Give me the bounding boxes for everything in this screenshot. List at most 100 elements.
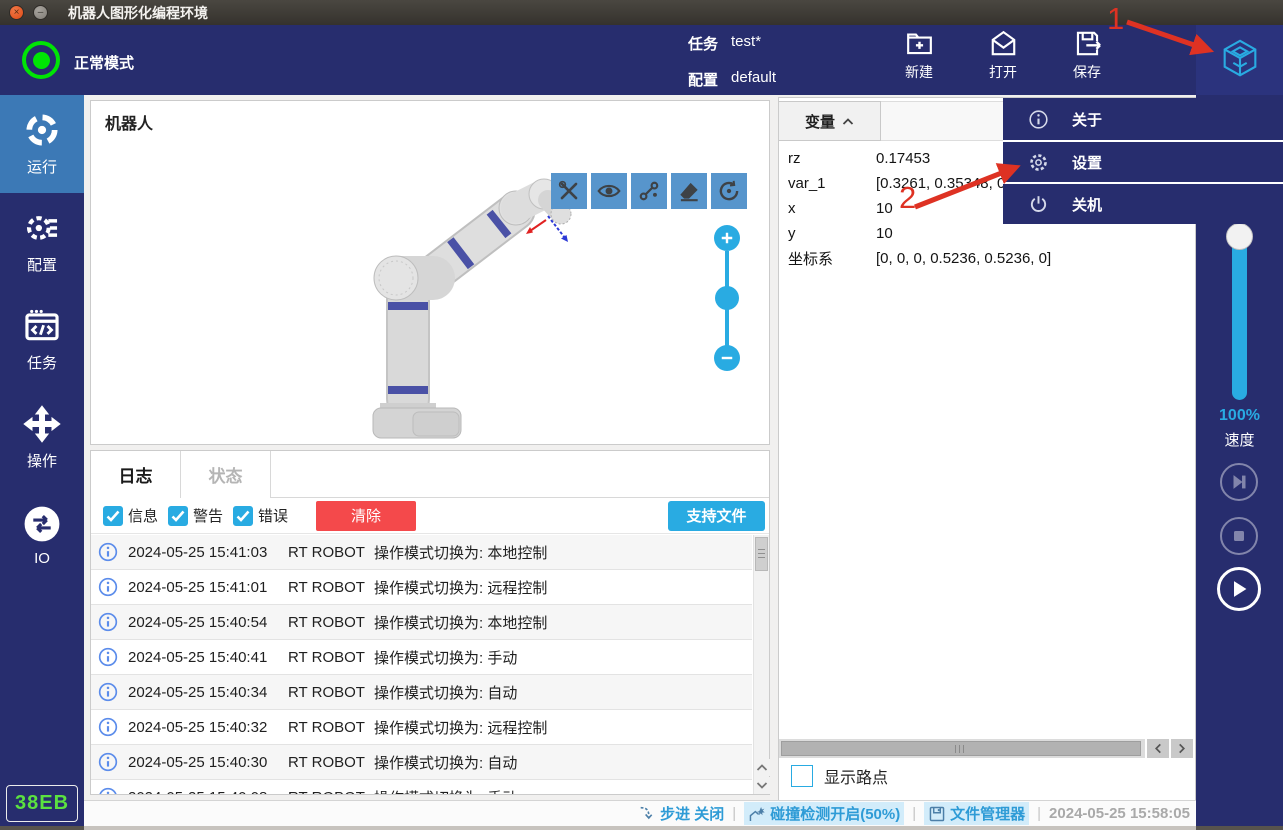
window-close-button[interactable]: × <box>9 5 24 20</box>
sidebar-nav-item[interactable]: 操作 <box>0 389 84 487</box>
log-filter-checkbox[interactable]: 信息 <box>103 505 158 526</box>
bottom-strip <box>0 826 84 830</box>
robot-3d-viewport[interactable] <box>261 156 581 446</box>
save-icon <box>1072 28 1103 59</box>
show-waypoints-checkbox[interactable]: 显示路点 <box>791 764 888 788</box>
log-timestamp: 2024-05-25 15:40:41 <box>128 649 288 666</box>
checkbox-check-icon <box>103 506 123 526</box>
variables-hscrollbar[interactable] <box>779 739 1145 758</box>
operate-icon <box>23 405 61 443</box>
view-tools-button[interactable] <box>551 173 587 209</box>
variable-name: var_1 <box>779 175 876 192</box>
variables-hscrollbar-thumb[interactable] <box>781 741 1141 756</box>
config-value: default <box>731 69 776 90</box>
menu-item[interactable]: 关于 <box>1003 98 1283 140</box>
header-action-button[interactable]: 打开 <box>974 28 1032 82</box>
left-sidebar: 运行 配置 任务 操作 IO 38EB <box>0 95 84 826</box>
scroll-right-button[interactable] <box>1171 739 1193 758</box>
log-entry-row: 2024-05-25 15:40:41 RT ROBOT 操作模式切换为: 手动 <box>91 640 752 675</box>
scroll-down-button[interactable] <box>754 777 770 794</box>
sidebar-nav-item[interactable]: 任务 <box>0 291 84 389</box>
log-message: 操作模式切换为: 本地控制 <box>374 612 547 633</box>
variable-name: 坐标系 <box>779 248 876 269</box>
open-icon <box>988 28 1019 59</box>
zoom-in-button[interactable] <box>714 225 740 251</box>
log-source: RT ROBOT <box>288 614 374 631</box>
sidebar-nav-item[interactable]: 运行 <box>0 95 84 193</box>
log-entry-row: 2024-05-25 15:40:54 RT ROBOT 操作模式切换为: 本地… <box>91 605 752 640</box>
zoom-out-button[interactable] <box>714 345 740 371</box>
robot-panel-title: 机器人 <box>105 110 153 134</box>
view-reset-rotation-button[interactable] <box>711 173 747 209</box>
info-icon <box>98 717 118 737</box>
menu-item[interactable]: 关机 <box>1003 182 1283 224</box>
task-icon <box>23 307 61 345</box>
app-menu-button[interactable] <box>1196 25 1283 95</box>
info-icon <box>98 647 118 667</box>
variables-header[interactable]: 变量 <box>779 101 881 141</box>
clear-log-button[interactable]: 清除 <box>316 501 416 531</box>
task-field: 任务 test* <box>688 33 761 54</box>
log-scrollbar-thumb[interactable] <box>755 537 768 571</box>
log-filter-checkbox[interactable]: 错误 <box>233 505 288 526</box>
stop-button[interactable] <box>1220 517 1258 555</box>
new-icon <box>904 28 935 59</box>
robot-arm-illustration <box>261 156 581 446</box>
checkbox-check-icon <box>233 506 253 526</box>
scroll-left-button[interactable] <box>1147 739 1169 758</box>
variable-name: y <box>779 225 876 242</box>
sidebar-nav-item[interactable]: IO <box>0 487 84 585</box>
zoom-slider-knob[interactable] <box>715 286 739 310</box>
variable-value: [0, 0, 0, 0.5236, 0.5236, 0] <box>876 250 1051 267</box>
application-window: × – 机器人图形化编程环境 正常模式 任务 test* 配置 default … <box>0 0 1283 830</box>
collapse-caret-icon <box>842 117 854 126</box>
log-timestamp: 2024-05-25 15:41:01 <box>128 579 288 596</box>
log-panel: 日志状态 信息 警告 错误 清除 支持文件 <box>90 450 770 795</box>
file-manager-button[interactable]: 文件管理器 <box>924 802 1029 825</box>
log-timestamp: 2024-05-25 15:40:54 <box>128 614 288 631</box>
header-action-button[interactable]: 新建 <box>890 28 948 82</box>
window-minimize-button[interactable]: – <box>33 5 48 20</box>
view-path-button[interactable] <box>631 173 667 209</box>
log-list: 2024-05-25 15:41:03 RT ROBOT 操作模式切换为: 本地… <box>91 535 752 794</box>
config-icon <box>23 209 61 247</box>
log-tab[interactable]: 状态 <box>181 451 271 498</box>
log-entry-row: 2024-05-25 15:41:03 RT ROBOT 操作模式切换为: 本地… <box>91 535 752 570</box>
step-mode-toggle[interactable]: 步进 关闭 <box>638 803 724 824</box>
log-message: 操作模式切换为: 远程控制 <box>374 717 547 738</box>
status-bar: 步进 关闭 | 碰撞检测开启(50%) | 文件管理器 | 2024-05-25… <box>84 800 1196 826</box>
variable-value: 10 <box>876 225 893 242</box>
menu-item[interactable]: 设置 <box>1003 140 1283 182</box>
collision-icon <box>748 805 766 823</box>
scroll-up-button[interactable] <box>754 759 770 776</box>
sidebar-nav-item[interactable]: 配置 <box>0 193 84 291</box>
support-files-button[interactable]: 支持文件 <box>668 501 765 531</box>
log-source: RT ROBOT <box>288 684 374 701</box>
eye-icon <box>596 178 622 204</box>
eraser-icon <box>676 178 702 204</box>
step-forward-button[interactable] <box>1220 463 1258 501</box>
top-header: 正常模式 任务 test* 配置 default 新建 打开 保存 <box>0 25 1283 95</box>
log-message: 操作模式切换为: 手动 <box>374 647 517 668</box>
variable-value: [0.3261, 0.35348, 0 <box>876 175 1005 192</box>
log-tab[interactable]: 日志 <box>91 451 181 498</box>
view-visibility-button[interactable] <box>591 173 627 209</box>
log-timestamp: 2024-05-25 15:40:34 <box>128 684 288 701</box>
log-scrollbar[interactable] <box>753 535 769 794</box>
log-filter-checkbox[interactable]: 警告 <box>168 505 223 526</box>
status-badge: 38EB <box>6 785 78 822</box>
play-button[interactable] <box>1217 567 1261 611</box>
speed-slider-knob[interactable] <box>1226 223 1253 250</box>
log-entry-row: 2024-05-25 15:40:32 RT ROBOT 操作模式切换为: 远程… <box>91 710 752 745</box>
speed-percent: 100% <box>1196 407 1283 425</box>
header-action-button[interactable]: 保存 <box>1058 28 1116 82</box>
variable-row: 坐标系 [0, 0, 0, 0.5236, 0.5236, 0] <box>779 246 1195 271</box>
log-message: 操作模式切换为: 手动 <box>374 787 517 795</box>
speed-slider-track[interactable] <box>1232 230 1247 400</box>
collision-detection-toggle[interactable]: 碰撞检测开启(50%) <box>744 802 904 825</box>
view-erase-button[interactable] <box>671 173 707 209</box>
log-entry-row: 2024-05-25 15:40:34 RT ROBOT 操作模式切换为: 自动 <box>91 675 752 710</box>
io-icon <box>23 505 61 543</box>
header-actions: 新建 打开 保存 <box>890 28 1116 82</box>
window-title: 机器人图形化编程环境 <box>68 3 208 23</box>
